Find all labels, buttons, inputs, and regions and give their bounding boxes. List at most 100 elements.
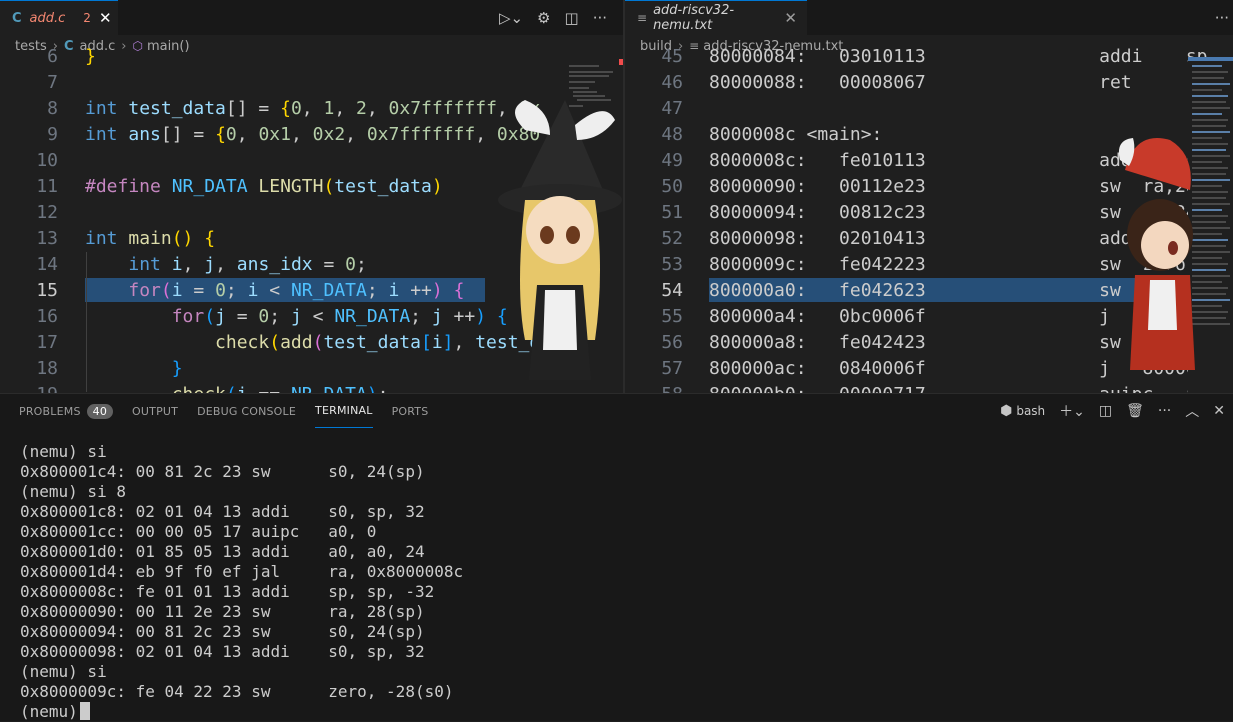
minimap-row: [1192, 293, 1226, 295]
code-text: int test_data[] = {0, 1, 2, 0x7fffffff, …: [85, 98, 540, 119]
code-line[interactable]: 6}: [0, 44, 623, 70]
minimap-row: [1192, 161, 1222, 163]
line-number: 51: [661, 202, 683, 223]
line-number: 19: [0, 382, 58, 393]
code-text: for(i = 0; i < NR_DATA; i ++) {: [128, 280, 465, 301]
terminal-profile-icon[interactable]: ⬢: [1000, 403, 1012, 419]
problems-count-badge: 40: [86, 403, 114, 419]
tab-debug-console[interactable]: DEBUG CONSOLE: [197, 394, 296, 428]
terminal-line: 0x800001c4: 00 81 2c 23 sw s0, 24(sp): [20, 462, 425, 481]
line-number: 7: [47, 72, 58, 93]
panel-actions: ⬢ bash ＋⌄ ◫ 🗑 ··· ︿ ✕: [1000, 394, 1225, 428]
minimap-row: [1192, 191, 1228, 193]
editor-group-left: C add.c 2 ✕ ▷⌄ ⚙ ◫ ··· tests › C add.c ›…: [0, 0, 623, 393]
chevron-up-icon[interactable]: ︿: [1185, 401, 1199, 421]
split-terminal-icon[interactable]: ◫: [1099, 403, 1112, 419]
bottom-panel: PROBLEMS 40 OUTPUT DEBUG CONSOLE TERMINA…: [0, 393, 1233, 721]
minimap-row: [1192, 143, 1228, 145]
minimap-row: [1192, 245, 1226, 247]
minimap-row: [1192, 71, 1228, 73]
tab-label: PORTS: [391, 404, 429, 418]
line-number: 9: [47, 124, 58, 145]
minimap-row: [1192, 239, 1228, 241]
minimap-slider[interactable]: [1188, 57, 1233, 61]
tab-label: add-riscv32-nemu.txt: [653, 3, 735, 33]
text-file-icon: ≡: [637, 11, 648, 25]
terminal-prompt: (nemu): [20, 702, 78, 721]
minimap-row: [1192, 77, 1224, 79]
code-text: for(j = 0; j < NR_DATA; j ++) {: [171, 306, 508, 327]
split-editor-icon[interactable]: ◫: [565, 9, 579, 27]
minimap-row: [1192, 233, 1222, 235]
minimap-row: [1192, 299, 1230, 301]
line-number: 58: [625, 382, 683, 393]
line-number: 6: [47, 46, 58, 67]
more-actions-icon[interactable]: ···: [1215, 9, 1229, 27]
plus-icon[interactable]: ＋⌄: [1059, 401, 1085, 421]
minimap-row: [1192, 131, 1230, 133]
tab-add-c[interactable]: C add.c 2 ✕: [0, 0, 118, 35]
line-number: 46: [661, 72, 683, 93]
minimap-row: [1192, 119, 1228, 121]
code-line[interactable]: 47: [625, 96, 1233, 122]
minimap-row: [569, 87, 589, 89]
line-number: 13: [36, 228, 58, 249]
close-icon[interactable]: ✕: [1213, 403, 1225, 419]
run-debug-icon[interactable]: ▷⌄: [499, 9, 523, 27]
minimap-row: [1192, 227, 1230, 229]
gear-icon[interactable]: ⚙: [537, 9, 550, 27]
trash-icon[interactable]: 🗑: [1126, 403, 1144, 419]
minimap-row: [1192, 275, 1230, 277]
more-actions-icon[interactable]: ···: [593, 9, 607, 27]
line-number: 18: [36, 358, 58, 379]
editor-group-right: ≡ add-riscv32-nemu.txt ✕ ··· build › ≡ a…: [625, 0, 1233, 393]
minimap-row: [1192, 179, 1230, 181]
tab-problems[interactable]: PROBLEMS 40: [19, 394, 114, 428]
terminal-line: 0x800001d0: 01 85 05 13 addi a0, a0, 24: [20, 542, 425, 561]
code-text: }: [85, 46, 96, 67]
line-number: 47: [661, 98, 683, 119]
terminal-line: 0x80000094: 00 81 2c 23 sw s0, 24(sp): [20, 622, 425, 641]
code-text: 80000084: 03010113 addi sp: [709, 46, 1208, 67]
minimap-row: [1192, 221, 1226, 223]
tab-bar-left: C add.c 2 ✕ ▷⌄ ⚙ ◫ ···: [0, 0, 623, 35]
tab-terminal[interactable]: TERMINAL: [315, 394, 373, 428]
line-number: 11: [36, 176, 58, 197]
code-text: int main() {: [85, 228, 216, 249]
terminal-line: (nemu) si 8: [20, 482, 126, 501]
tab-bar-right: ≡ add-riscv32-nemu.txt ✕ ···: [625, 0, 1233, 35]
more-actions-icon[interactable]: ···: [1158, 403, 1171, 419]
minimap-row: [1192, 215, 1228, 217]
minimap-row: [1192, 257, 1222, 259]
code-line[interactable]: 45 80000084: 03010113 addi sp: [625, 44, 1233, 70]
code-text: #define NR_DATA LENGTH(test_data): [85, 176, 443, 197]
minimap-row: [1192, 125, 1226, 127]
terminal-prompt-line[interactable]: (nemu): [20, 702, 1223, 722]
close-icon[interactable]: ✕: [784, 9, 797, 27]
terminal-shell-label[interactable]: bash: [1016, 404, 1045, 418]
c-file-icon: C: [12, 10, 22, 26]
code-text: 8000008c <main>:: [709, 124, 883, 145]
minimap-row: [1192, 173, 1226, 175]
tab-label: add.c: [29, 10, 66, 26]
tab-ports[interactable]: PORTS: [392, 394, 429, 428]
chibi-character-image: [1118, 138, 1195, 370]
tab-output[interactable]: OUTPUT: [132, 394, 178, 428]
code-text: check(i == NR_DATA);: [85, 382, 389, 393]
minimap-row: [569, 81, 595, 83]
terminal-output[interactable]: (nemu) si 0x800001c4: 00 81 2c 23 sw s0, …: [20, 442, 1223, 722]
line-number: 56: [661, 332, 683, 353]
line-number: 54: [661, 280, 683, 301]
terminal-line: 0x80000090: 00 11 2e 23 sw ra, 28(sp): [20, 602, 425, 621]
code-text: int i, j, ans_idx = 0;: [128, 254, 367, 275]
terminal-line: 0x8000009c: fe 04 22 23 sw zero, -28(s0): [20, 682, 454, 701]
minimap-row: [1192, 167, 1228, 169]
line-number: 53: [661, 254, 683, 275]
minimap-row: [1192, 287, 1228, 289]
line-number: 48: [661, 124, 683, 145]
minimap-row: [1192, 269, 1226, 271]
tab-add-riscv32-nemu-txt[interactable]: ≡ add-riscv32-nemu.txt ✕: [625, 0, 807, 35]
close-icon[interactable]: ✕: [99, 9, 112, 27]
code-line[interactable]: 46 80000088: 00008067 ret: [625, 70, 1233, 96]
minimap-row: [1192, 83, 1230, 85]
